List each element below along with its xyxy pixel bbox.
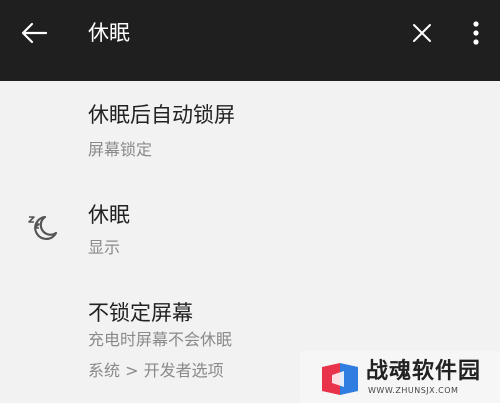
more-vertical-icon [473,21,479,45]
watermark-url: WWW.ZHUNSJX.COM [368,386,459,395]
result-item-auto-lock[interactable]: 休眠后自动锁屏 屏幕锁定 [0,81,500,181]
result-subtitle: 显示 [88,238,121,257]
back-button[interactable] [12,0,56,66]
result-title: 不锁定屏幕 [88,301,193,325]
result-item-sleep[interactable]: 休眠 显示 [0,181,500,281]
result-title: 休眠 [88,203,130,227]
search-toolbar: 休眠 [0,0,500,81]
watermark-name: 战魂软件园 [366,359,482,384]
result-subtitle: 充电时屏幕不会休眠 [88,330,233,349]
clear-search-button[interactable] [400,0,444,66]
result-path: 系统 > 开发者选项 [88,361,224,380]
watermark-logo-icon [322,363,358,395]
search-query-text[interactable]: 休眠 [88,18,130,48]
arrow-left-icon [21,22,48,44]
result-title: 休眠后自动锁屏 [88,103,235,127]
site-watermark: 战魂软件园 WWW.ZHUNSJX.COM [300,351,500,403]
more-options-button[interactable] [460,0,492,66]
result-subtitle: 屏幕锁定 [88,140,153,159]
sleep-moon-icon [28,215,58,240]
close-icon [413,24,431,42]
